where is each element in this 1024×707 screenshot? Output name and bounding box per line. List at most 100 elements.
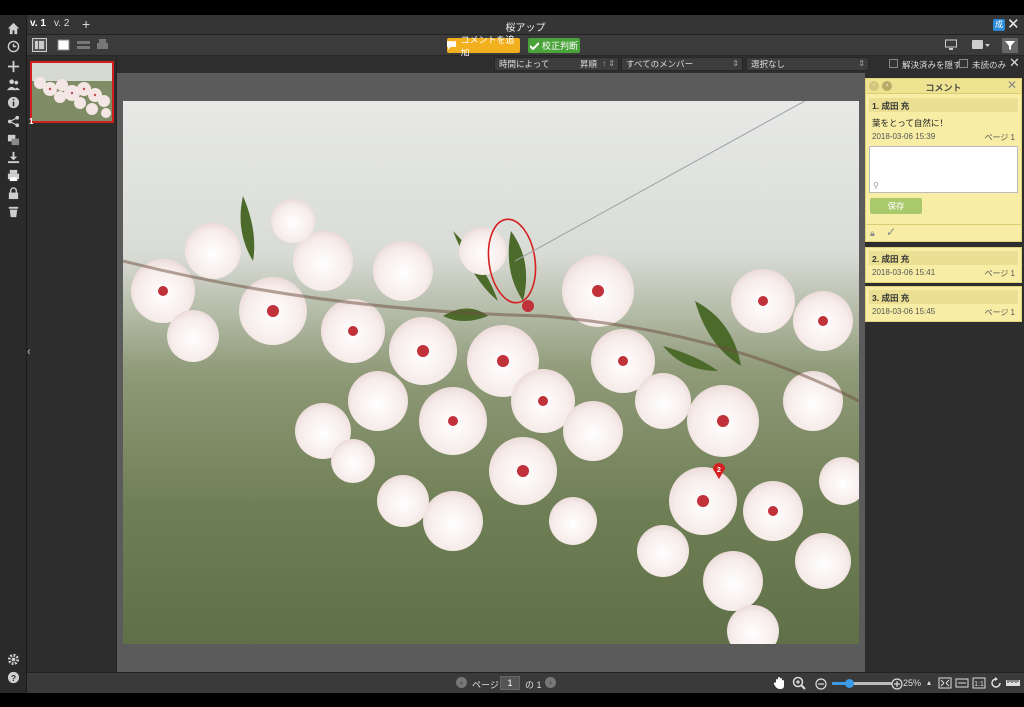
close-window-button[interactable]: ✕: [1007, 16, 1020, 33]
close-filter-button[interactable]: ✕: [1009, 55, 1020, 71]
svg-text:?: ?: [10, 672, 15, 682]
collapse-panel-button[interactable]: ‹: [27, 346, 31, 358]
status-bar: ‹ ページ 1 の 1 › 25% ▴ 1:1: [27, 672, 1024, 693]
close-icon: ✕: [1006, 78, 1017, 92]
selection-value: 選択なし: [751, 59, 786, 69]
comment-card[interactable]: 2. 成田 充 2018-03-06 15:41 ページ 1: [865, 247, 1022, 283]
attach-icon[interactable]: ⚲: [873, 181, 879, 190]
zoom-out-icon[interactable]: [815, 677, 827, 691]
document-canvas[interactable]: 2: [117, 73, 865, 672]
comment-meta: 2018-03-06 15:41 ページ 1: [872, 268, 1015, 279]
settings-icon[interactable]: [6, 652, 20, 666]
chevron-left-icon: ‹: [460, 678, 463, 687]
sort-by-value: 時間によって: [499, 59, 550, 69]
pin-number: 2: [717, 467, 721, 474]
cherry-blossom-photo: 2: [123, 101, 859, 644]
zoom-slider[interactable]: [832, 679, 892, 688]
members-value: すべてのメンバー: [626, 59, 694, 69]
order-value: 昇順: [580, 59, 598, 69]
main-toolbar: コメントを追加 校正判断: [27, 35, 1024, 58]
compare-icon[interactable]: [6, 132, 20, 146]
comment-author: 3. 成田 充: [869, 290, 1018, 304]
trash-icon[interactable]: [6, 204, 20, 218]
comment-author: 1. 成田 充: [869, 98, 1018, 112]
page-total: の 1: [525, 680, 542, 690]
unread-only-checkbox[interactable]: [959, 59, 968, 68]
unread-only-label: 未読のみ: [972, 60, 1007, 70]
hide-resolved-checkbox[interactable]: [889, 59, 898, 68]
left-tool-strip: ?: [0, 15, 27, 693]
reply-textarea[interactable]: ⚲: [869, 146, 1018, 193]
lock-icon[interactable]: [6, 186, 20, 200]
sort-arrows-icon: ↑ ⇕: [602, 59, 615, 68]
users-icon[interactable]: [6, 77, 20, 91]
add-comment-button[interactable]: コメントを追加: [447, 35, 520, 58]
page-thumbnail[interactable]: [30, 61, 114, 123]
hand-tool-icon[interactable]: [773, 676, 787, 690]
thumbnail-panel: 1 ‹: [27, 56, 117, 672]
comment-menu-icon[interactable]: [972, 39, 990, 51]
prev-page-button[interactable]: ‹: [456, 677, 467, 688]
home-icon[interactable]: [6, 21, 20, 35]
close-comment-button[interactable]: ✕: [1007, 78, 1017, 92]
help-icon[interactable]: ?: [6, 670, 20, 684]
comment-icon: [447, 41, 457, 50]
info-icon[interactable]: [6, 95, 20, 109]
filter-icon[interactable]: [1002, 38, 1018, 53]
history-icon[interactable]: [6, 39, 20, 53]
actual-size-icon[interactable]: 1:1: [972, 676, 986, 690]
comment-author: 2. 成田 充: [869, 251, 1018, 265]
thumbnail-number: 1: [29, 117, 34, 126]
bottom-frame: [0, 693, 1024, 707]
zoom-in-small-icon[interactable]: [891, 677, 903, 691]
rotate-icon[interactable]: [989, 676, 1003, 690]
next-page-button[interactable]: ›: [545, 677, 556, 688]
print-icon[interactable]: [6, 168, 20, 182]
chevron-updown-icon: ⇕: [858, 59, 865, 68]
fit-page-icon[interactable]: [938, 676, 952, 690]
hide-resolved-label: 解決済みを隠す: [902, 60, 962, 70]
add-comment-label: コメントを追加: [460, 34, 515, 58]
comment-card[interactable]: 3. 成田 充 2018-03-06 15:45 ページ 1: [865, 286, 1022, 322]
page-number-input[interactable]: 1: [500, 676, 520, 690]
monitor-icon[interactable]: [945, 39, 957, 51]
resolve-check-icon[interactable]: ✓: [886, 225, 896, 239]
proof-decision-button[interactable]: 校正判断: [528, 38, 580, 53]
comment-text: 葉をとって自然に！: [872, 118, 948, 128]
zoom-dropdown-icon[interactable]: ▴: [927, 678, 931, 687]
zoom-in-icon[interactable]: [792, 676, 806, 690]
sort-by-select[interactable]: 時間によって 昇順 ↑ ⇕: [494, 57, 619, 71]
share-icon[interactable]: [6, 114, 20, 128]
single-page-icon[interactable]: [57, 39, 70, 51]
two-page-icon[interactable]: [77, 39, 90, 51]
add-icon[interactable]: [6, 59, 20, 73]
top-frame: [0, 0, 1024, 15]
zoom-slider-handle[interactable]: [844, 679, 854, 688]
comments-panel: ‹ › コメント ✕ 1. 成田 充 葉をとって自然に！ 2018-03-06 …: [865, 73, 1024, 672]
chevron-updown-icon: ⇕: [732, 59, 739, 68]
comment-date: 2018-03-06 15:41: [872, 268, 936, 277]
comment-card-header: ‹ › コメント ✕: [866, 78, 1021, 94]
user-avatar[interactable]: 成: [993, 19, 1005, 31]
ruler-icon[interactable]: [1006, 676, 1020, 690]
window-title: 桜アップ: [505, 23, 546, 34]
download-icon[interactable]: [6, 150, 20, 164]
selection-select[interactable]: 選択なし ⇕: [746, 57, 869, 71]
fit-width-icon[interactable]: [955, 676, 969, 690]
comment-card-active[interactable]: ‹ › コメント ✕ 1. 成田 充 葉をとって自然に！ 2018-03-06 …: [865, 78, 1022, 242]
comment-footer: 🔒︎ ✓: [866, 224, 1021, 241]
proof-decision-label: 校正判断: [541, 41, 578, 51]
zoom-level[interactable]: 25%: [903, 678, 921, 688]
comment-page: ページ 1: [984, 269, 1015, 278]
print-preview-icon[interactable]: [96, 39, 109, 51]
lock-icon[interactable]: 🔒︎: [870, 228, 875, 239]
members-select[interactable]: すべてのメンバー ⇕: [621, 57, 743, 71]
save-button[interactable]: 保存: [870, 198, 922, 214]
proof-image[interactable]: 2: [123, 101, 859, 644]
thumbnail-view-icon[interactable]: [32, 38, 47, 52]
page-label: ページ: [472, 680, 499, 690]
comment-date: 2018-03-06 15:45: [872, 307, 936, 316]
title-bar: v. 1 v. 2 + 桜アップ 成 ✕: [27, 15, 1024, 35]
comment-meta: 2018-03-06 15:39 ページ 1: [872, 132, 1015, 143]
comment-page: ページ 1: [984, 133, 1015, 142]
